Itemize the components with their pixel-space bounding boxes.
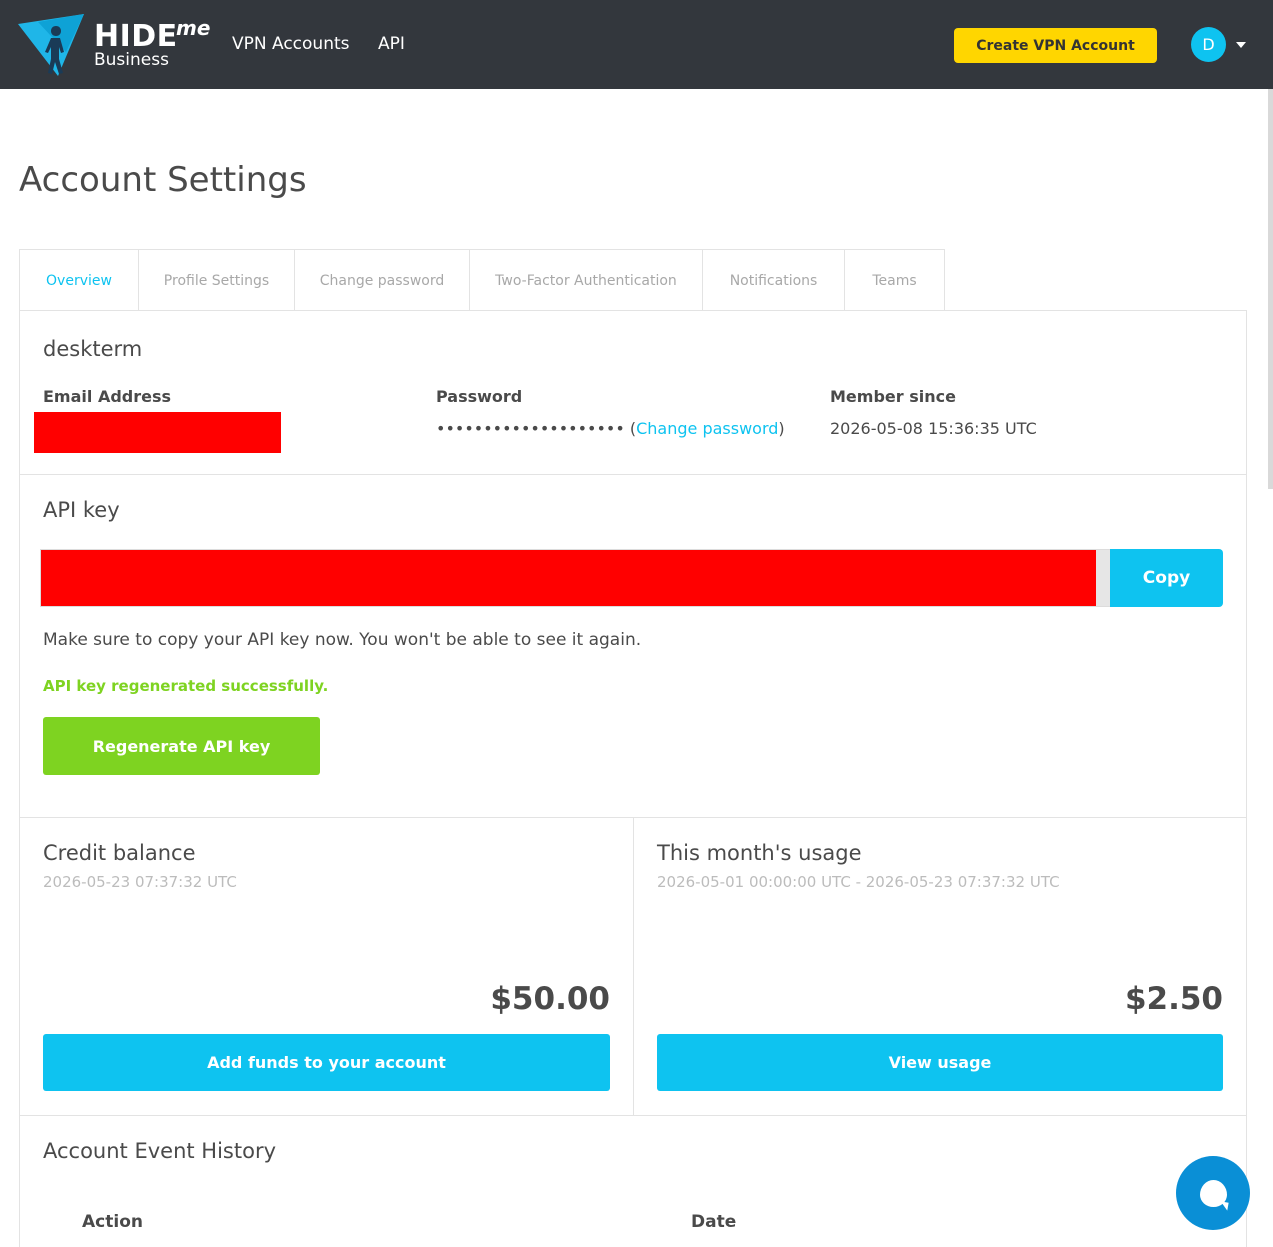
view-usage-button[interactable]: View usage: [657, 1034, 1223, 1091]
account-info-section: deskterm Email Address Password ••••••••…: [20, 311, 1246, 475]
account-username: deskterm: [43, 337, 143, 361]
page-title: Account Settings: [19, 160, 307, 200]
credit-balance-timestamp: 2026-05-23 07:37:32 UTC: [43, 873, 237, 891]
monthly-usage-card: This month's usage 2026-05-01 00:00:00 U…: [634, 817, 1246, 1115]
api-key-note: Make sure to copy your API key now. You …: [43, 630, 642, 650]
overview-panel: deskterm Email Address Password ••••••••…: [19, 310, 1247, 1247]
email-label: Email Address: [43, 387, 172, 406]
credit-balance-card: Credit balance 2026-05-23 07:37:32 UTC $…: [20, 817, 634, 1115]
password-value: •••••••••••••••••••• (Change password): [436, 419, 785, 438]
change-password-link[interactable]: Change password: [636, 419, 778, 438]
tab-change-password[interactable]: Change password: [295, 250, 470, 311]
api-key-input[interactable]: [40, 549, 1111, 607]
member-since-label: Member since: [830, 387, 956, 406]
history-column-date: Date: [691, 1212, 737, 1232]
tab-notifications[interactable]: Notifications: [703, 250, 845, 311]
logo-wordmark: HIDE: [94, 19, 178, 54]
copy-api-key-button[interactable]: Copy: [1110, 549, 1223, 607]
create-vpn-account-button[interactable]: Create VPN Account: [954, 28, 1157, 63]
top-navbar: HIDE me Business VPN Accounts API Create…: [0, 0, 1273, 89]
api-key-section: API key Copy Make sure to copy your API …: [20, 474, 1246, 818]
scrollbar[interactable]: [1268, 89, 1273, 489]
chat-bubble-icon: [1200, 1180, 1227, 1207]
nav-vpn-accounts[interactable]: VPN Accounts: [232, 34, 350, 54]
billing-section: Credit balance 2026-05-23 07:37:32 UTC $…: [20, 817, 1246, 1116]
tab-two-factor-authentication[interactable]: Two-Factor Authentication: [470, 250, 703, 311]
logo-business-label: Business: [94, 50, 169, 70]
tab-teams[interactable]: Teams: [845, 250, 944, 311]
chevron-down-icon[interactable]: [1236, 42, 1246, 48]
history-column-action: Action: [82, 1212, 143, 1232]
member-since-value: 2026-05-08 15:36:35 UTC: [830, 419, 1037, 438]
monthly-usage-range: 2026-05-01 00:00:00 UTC - 2026-05-23 07:…: [657, 873, 1060, 891]
event-history-title: Account Event History: [43, 1139, 277, 1163]
credit-balance-amount: $50.00: [490, 981, 610, 1017]
event-history-section: Account Event History Action Date: [20, 1115, 1246, 1247]
regenerate-api-key-button[interactable]: Regenerate API key: [43, 717, 320, 775]
api-key-title: API key: [43, 498, 120, 522]
tab-profile-settings[interactable]: Profile Settings: [139, 250, 295, 311]
user-avatar[interactable]: D: [1191, 27, 1226, 62]
add-funds-button[interactable]: Add funds to your account: [43, 1034, 610, 1091]
api-key-success-message: API key regenerated successfully.: [43, 677, 329, 695]
password-label: Password: [436, 387, 523, 406]
email-value-redacted: [34, 412, 281, 453]
hideme-business-logo[interactable]: HIDE me Business: [18, 12, 218, 78]
credit-balance-title: Credit balance: [43, 841, 196, 865]
api-key-value-redacted: [41, 550, 1096, 606]
hideme-logo-icon: [18, 14, 84, 76]
monthly-usage-title: This month's usage: [657, 841, 862, 865]
logo-me-mark: me: [176, 16, 211, 40]
tab-overview[interactable]: Overview: [20, 250, 139, 311]
settings-tabs: Overview Profile Settings Change passwor…: [19, 249, 945, 311]
nav-api[interactable]: API: [378, 34, 405, 54]
chat-launcher-button[interactable]: [1176, 1156, 1250, 1230]
monthly-usage-amount: $2.50: [1124, 981, 1223, 1017]
paren-close: ): [778, 419, 785, 438]
password-masked: ••••••••••••••••••••: [436, 419, 630, 438]
